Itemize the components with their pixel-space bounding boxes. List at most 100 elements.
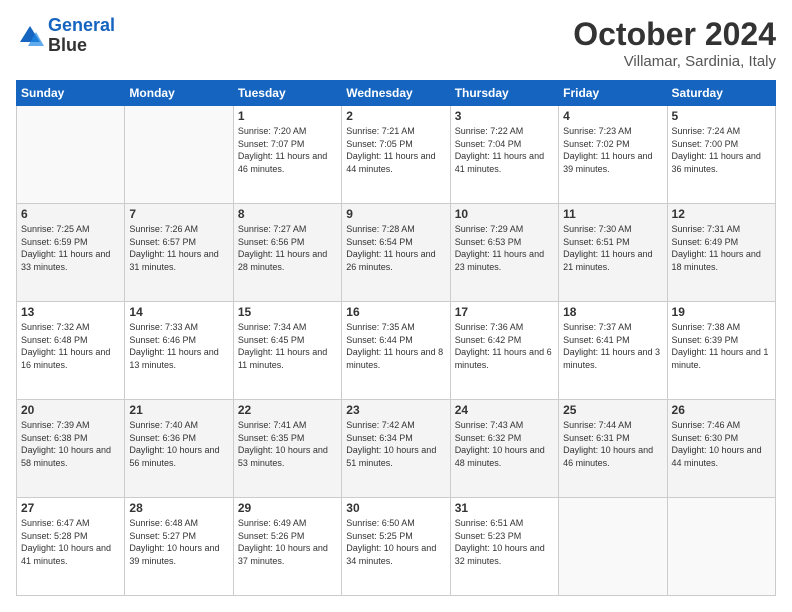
day-info: Sunrise: 7:30 AMSunset: 6:51 PMDaylight:… <box>563 223 662 273</box>
table-row: 26Sunrise: 7:46 AMSunset: 6:30 PMDayligh… <box>667 400 775 498</box>
day-number: 25 <box>563 403 662 417</box>
col-wednesday: Wednesday <box>342 81 450 106</box>
table-row: 14Sunrise: 7:33 AMSunset: 6:46 PMDayligh… <box>125 302 233 400</box>
table-row: 16Sunrise: 7:35 AMSunset: 6:44 PMDayligh… <box>342 302 450 400</box>
month-title: October 2024 <box>573 16 776 53</box>
table-row: 17 Sunrise: 7:36 AMSunset: 6:42 PMDayligh… <box>450 302 558 400</box>
table-row <box>17 106 125 204</box>
calendar-row: 13 Sunrise: 7:32 AMSunset: 6:48 PMDayligh… <box>17 302 776 400</box>
col-tuesday: Tuesday <box>233 81 341 106</box>
day-info: Sunrise: 7:39 AMSunset: 6:38 PMDaylight:… <box>21 419 120 469</box>
table-row: 3Sunrise: 7:22 AMSunset: 7:04 PMDaylight… <box>450 106 558 204</box>
day-number: 29 <box>238 501 337 515</box>
day-number: 6 <box>21 207 120 221</box>
day-info: Sunrise: 7:36 AMSunset: 6:42 PMDaylight:… <box>455 321 554 371</box>
day-number: 30 <box>346 501 445 515</box>
day-info: Sunrise: 7:31 AMSunset: 6:49 PMDaylight:… <box>672 223 771 273</box>
day-info: Sunrise: 7:43 AMSunset: 6:32 PMDaylight:… <box>455 419 554 469</box>
day-info: Sunrise: 7:40 AMSunset: 6:36 PMDaylight:… <box>129 419 228 469</box>
day-number: 23 <box>346 403 445 417</box>
day-info: Sunrise: 7:44 AMSunset: 6:31 PMDaylight:… <box>563 419 662 469</box>
table-row: 24 Sunrise: 7:43 AMSunset: 6:32 PMDayligh… <box>450 400 558 498</box>
day-info: Sunrise: 7:21 AMSunset: 7:05 PMDaylight:… <box>346 125 445 175</box>
col-friday: Friday <box>559 81 667 106</box>
day-info: Sunrise: 6:49 AMSunset: 5:26 PMDaylight:… <box>238 517 337 567</box>
day-info: Sunrise: 7:24 AMSunset: 7:00 PMDaylight:… <box>672 125 771 175</box>
day-info: Sunrise: 7:34 AMSunset: 6:45 PMDaylight:… <box>238 321 337 371</box>
table-row: 22 Sunrise: 7:41 AMSunset: 6:35 PMDayligh… <box>233 400 341 498</box>
day-number: 28 <box>129 501 228 515</box>
day-info: Sunrise: 6:50 AMSunset: 5:25 PMDaylight:… <box>346 517 445 567</box>
day-number: 19 <box>672 305 771 319</box>
col-thursday: Thursday <box>450 81 558 106</box>
calendar-row: 6 Sunrise: 7:25 AMSunset: 6:59 PMDaylight… <box>17 204 776 302</box>
day-info: Sunrise: 7:37 AMSunset: 6:41 PMDaylight:… <box>563 321 662 371</box>
table-row: 5 Sunrise: 7:24 AMSunset: 7:00 PMDaylight… <box>667 106 775 204</box>
day-info: Sunrise: 7:26 AMSunset: 6:57 PMDaylight:… <box>129 223 228 273</box>
day-number: 26 <box>672 403 771 417</box>
table-row: 12 Sunrise: 7:31 AMSunset: 6:49 PMDayligh… <box>667 204 775 302</box>
day-number: 14 <box>129 305 228 319</box>
header-row: Sunday Monday Tuesday Wednesday Thursday… <box>17 81 776 106</box>
logo-line1: General <box>48 15 115 35</box>
table-row: 21 Sunrise: 7:40 AMSunset: 6:36 PMDayligh… <box>125 400 233 498</box>
day-number: 17 <box>455 305 554 319</box>
day-number: 22 <box>238 403 337 417</box>
table-row: 4 Sunrise: 7:23 AMSunset: 7:02 PMDaylight… <box>559 106 667 204</box>
logo: General Blue <box>16 16 115 56</box>
table-row: 11Sunrise: 7:30 AMSunset: 6:51 PMDayligh… <box>559 204 667 302</box>
day-info: Sunrise: 7:42 AMSunset: 6:34 PMDaylight:… <box>346 419 445 469</box>
day-number: 8 <box>238 207 337 221</box>
day-number: 27 <box>21 501 120 515</box>
day-info: Sunrise: 7:22 AMSunset: 7:04 PMDaylight:… <box>455 125 554 175</box>
logo-line2: Blue <box>48 36 115 56</box>
day-info: Sunrise: 6:47 AMSunset: 5:28 PMDaylight:… <box>21 517 120 567</box>
header: General Blue October 2024 Villamar, Sard… <box>16 16 776 70</box>
table-row: 6 Sunrise: 7:25 AMSunset: 6:59 PMDaylight… <box>17 204 125 302</box>
day-info: Sunrise: 6:51 AMSunset: 5:23 PMDaylight:… <box>455 517 554 567</box>
calendar-table: Sunday Monday Tuesday Wednesday Thursday… <box>16 80 776 596</box>
day-number: 24 <box>455 403 554 417</box>
day-info: Sunrise: 7:27 AMSunset: 6:56 PMDaylight:… <box>238 223 337 273</box>
day-info: Sunrise: 7:29 AMSunset: 6:53 PMDaylight:… <box>455 223 554 273</box>
table-row <box>125 106 233 204</box>
table-row: 23 Sunrise: 7:42 AMSunset: 6:34 PMDayligh… <box>342 400 450 498</box>
table-row: 7 Sunrise: 7:26 AMSunset: 6:57 PMDaylight… <box>125 204 233 302</box>
table-row: 15Sunrise: 7:34 AMSunset: 6:45 PMDayligh… <box>233 302 341 400</box>
col-monday: Monday <box>125 81 233 106</box>
col-saturday: Saturday <box>667 81 775 106</box>
day-number: 1 <box>238 109 337 123</box>
table-row: 19 Sunrise: 7:38 AMSunset: 6:39 PMDayligh… <box>667 302 775 400</box>
col-sunday: Sunday <box>17 81 125 106</box>
day-number: 5 <box>672 109 771 123</box>
title-block: October 2024 Villamar, Sardinia, Italy <box>573 16 776 70</box>
day-number: 12 <box>672 207 771 221</box>
table-row: 10Sunrise: 7:29 AMSunset: 6:53 PMDayligh… <box>450 204 558 302</box>
day-info: Sunrise: 7:25 AMSunset: 6:59 PMDaylight:… <box>21 223 120 273</box>
logo-icon <box>16 22 44 50</box>
table-row: 2Sunrise: 7:21 AMSunset: 7:05 PMDaylight… <box>342 106 450 204</box>
day-number: 21 <box>129 403 228 417</box>
day-info: Sunrise: 7:41 AMSunset: 6:35 PMDaylight:… <box>238 419 337 469</box>
day-number: 13 <box>21 305 120 319</box>
day-number: 9 <box>346 207 445 221</box>
day-number: 18 <box>563 305 662 319</box>
day-info: Sunrise: 7:38 AMSunset: 6:39 PMDaylight:… <box>672 321 771 371</box>
day-info: Sunrise: 7:32 AMSunset: 6:48 PMDaylight:… <box>21 321 120 371</box>
table-row: 25 Sunrise: 7:44 AMSunset: 6:31 PMDayligh… <box>559 400 667 498</box>
table-row: 13 Sunrise: 7:32 AMSunset: 6:48 PMDayligh… <box>17 302 125 400</box>
calendar-row: 27 Sunrise: 6:47 AMSunset: 5:28 PMDayligh… <box>17 498 776 596</box>
table-row: 31 Sunrise: 6:51 AMSunset: 5:23 PMDayligh… <box>450 498 558 596</box>
day-info: Sunrise: 7:20 AMSunset: 7:07 PMDaylight:… <box>238 125 337 175</box>
table-row: 30 Sunrise: 6:50 AMSunset: 5:25 PMDayligh… <box>342 498 450 596</box>
table-row: 28 Sunrise: 6:48 AMSunset: 5:27 PMDayligh… <box>125 498 233 596</box>
day-number: 4 <box>563 109 662 123</box>
day-info: Sunrise: 7:23 AMSunset: 7:02 PMDaylight:… <box>563 125 662 175</box>
page: General Blue October 2024 Villamar, Sard… <box>0 0 792 612</box>
day-info: Sunrise: 6:48 AMSunset: 5:27 PMDaylight:… <box>129 517 228 567</box>
logo-text: General Blue <box>48 16 115 56</box>
table-row: 29 Sunrise: 6:49 AMSunset: 5:26 PMDayligh… <box>233 498 341 596</box>
day-number: 31 <box>455 501 554 515</box>
table-row: 9Sunrise: 7:28 AMSunset: 6:54 PMDaylight… <box>342 204 450 302</box>
day-number: 7 <box>129 207 228 221</box>
